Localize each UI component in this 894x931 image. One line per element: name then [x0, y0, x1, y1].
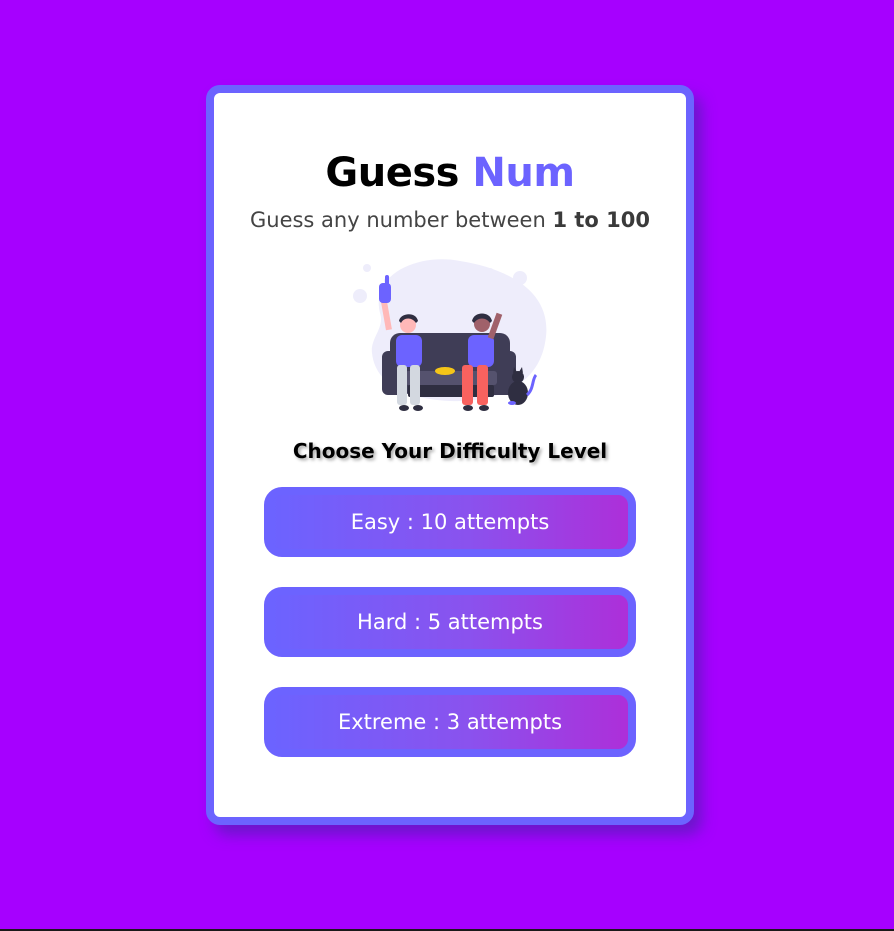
title-guess: Guess [325, 150, 459, 196]
difficulty-heading: Choose Your Difficulty Level [292, 439, 608, 463]
subtitle-range: 1 to 100 [552, 208, 650, 232]
page-title: Guess Num [214, 149, 686, 197]
hard-button[interactable]: Hard : 5 attempts [264, 587, 636, 657]
subtitle: Guess any number between 1 to 100 [214, 206, 686, 234]
game-card: Guess Num Guess any number between 1 to … [206, 85, 694, 825]
title-num: Num [472, 150, 575, 196]
extreme-button[interactable]: Extreme : 3 attempts [264, 687, 636, 757]
easy-button[interactable]: Easy : 10 attempts [264, 487, 636, 557]
subtitle-text: Guess any number between [249, 208, 553, 232]
friends-on-couch-illustration [353, 259, 547, 411]
